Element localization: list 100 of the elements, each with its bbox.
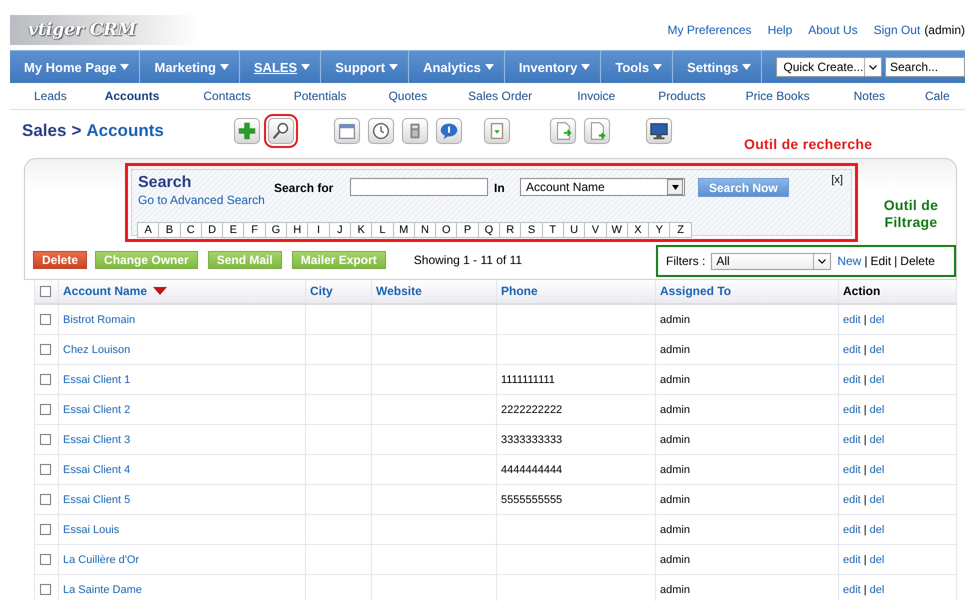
- module-tab[interactable]: Accounts: [104, 89, 160, 103]
- header-link[interactable]: Sign Out: [874, 23, 920, 37]
- row-action-link[interactable]: edit: [843, 374, 861, 386]
- column-header[interactable]: Action: [843, 284, 880, 298]
- row-action-link[interactable]: edit: [843, 494, 861, 506]
- clock-icon[interactable]: [368, 118, 394, 144]
- field-dropdown[interactable]: Account Name: [520, 178, 685, 196]
- row-action-link[interactable]: del: [870, 344, 884, 356]
- chevron-icon[interactable]: [869, 64, 877, 70]
- checkbox[interactable]: [40, 434, 51, 445]
- letter-filter[interactable]: G: [264, 222, 288, 238]
- nav-menu-item[interactable]: Analytics: [409, 51, 505, 83]
- account-link[interactable]: Chez Louison: [63, 344, 130, 356]
- letter-filter[interactable]: Y: [648, 222, 670, 238]
- advanced-search-link[interactable]: Go to Advanced Search: [138, 193, 265, 207]
- dropdown-arrow-icon[interactable]: [672, 184, 678, 190]
- letter-filter[interactable]: W: [606, 222, 628, 238]
- nav-menu-item[interactable]: Inventory: [504, 51, 602, 83]
- row-action-link[interactable]: del: [870, 374, 884, 386]
- letter-filter[interactable]: Q: [478, 222, 500, 238]
- row-action-link[interactable]: del: [870, 494, 884, 506]
- row-action-link[interactable]: edit: [843, 344, 861, 356]
- column-header[interactable]: Assigned To: [660, 284, 732, 298]
- letter-filter[interactable]: T: [542, 222, 564, 238]
- letter-filter[interactable]: R: [499, 222, 522, 238]
- row-action-link[interactable]: del: [870, 554, 884, 566]
- account-link[interactable]: La Sainte Dame: [63, 584, 142, 596]
- letter-filter[interactable]: A: [137, 222, 160, 238]
- import-icon[interactable]: [550, 118, 576, 144]
- row-action-link[interactable]: edit: [843, 404, 861, 416]
- letter-filter[interactable]: V: [584, 222, 607, 238]
- row-action-link[interactable]: edit: [843, 584, 861, 596]
- filter-link[interactable]: Delete: [900, 254, 935, 268]
- account-link[interactable]: Essai Client 5: [63, 494, 130, 506]
- nav-menu-item[interactable]: My Home Page: [10, 51, 140, 83]
- letter-filter[interactable]: J: [328, 222, 351, 238]
- checkbox[interactable]: [40, 374, 51, 385]
- row-action-link[interactable]: edit: [843, 554, 861, 566]
- chevron-icon[interactable]: [818, 258, 826, 264]
- module-tab[interactable]: Contacts: [203, 89, 251, 103]
- letter-filter[interactable]: S: [520, 222, 543, 238]
- module-tab[interactable]: Price Books: [746, 89, 810, 103]
- row-action-link[interactable]: edit: [843, 314, 861, 326]
- account-link[interactable]: Essai Louis: [63, 524, 120, 536]
- module-tab[interactable]: Products: [658, 89, 706, 103]
- header-link[interactable]: About Us: [808, 23, 858, 37]
- letter-filter[interactable]: F: [243, 222, 266, 238]
- letter-filter[interactable]: P: [456, 222, 479, 238]
- module-tab[interactable]: Potentials: [294, 89, 346, 103]
- letter-filter[interactable]: H: [286, 222, 308, 238]
- checkbox[interactable]: [40, 286, 51, 296]
- search-input-field[interactable]: [350, 178, 488, 196]
- module-tab[interactable]: Invoice: [577, 89, 616, 103]
- row-action-link[interactable]: del: [870, 434, 884, 446]
- checkbox[interactable]: [40, 584, 51, 595]
- account-link[interactable]: Essai Client 3: [63, 434, 130, 446]
- calendar-icon[interactable]: [334, 118, 360, 144]
- breadcrumb-parent[interactable]: Sales: [22, 121, 66, 141]
- chat-icon[interactable]: [436, 118, 462, 144]
- letter-filter[interactable]: Z: [669, 222, 692, 238]
- account-link[interactable]: Essai Client 4: [63, 464, 130, 476]
- letter-filter[interactable]: K: [350, 222, 372, 238]
- column-header[interactable]: Account Name: [63, 284, 148, 298]
- row-action-link[interactable]: edit: [843, 464, 861, 476]
- checkbox[interactable]: [40, 404, 51, 415]
- checkbox[interactable]: [40, 344, 51, 355]
- delete-button[interactable]: Delete: [33, 251, 88, 269]
- letter-filter[interactable]: D: [200, 222, 224, 238]
- letter-filter[interactable]: X: [626, 222, 650, 238]
- module-tab[interactable]: Notes: [854, 89, 885, 103]
- module-tab[interactable]: Cale: [924, 89, 950, 103]
- module-tab[interactable]: Leads: [34, 89, 67, 103]
- close-button[interactable]: [x]: [831, 174, 843, 186]
- letter-filter[interactable]: I: [307, 222, 330, 238]
- letter-filter[interactable]: N: [414, 222, 436, 238]
- add-icon[interactable]: [234, 118, 260, 144]
- filter-link[interactable]: New: [837, 254, 862, 268]
- nav-menu-item[interactable]: SALES: [240, 51, 322, 83]
- account-link[interactable]: Essai Client 2: [63, 404, 130, 416]
- search-field[interactable]: Search...: [885, 57, 965, 77]
- column-header[interactable]: City: [310, 284, 333, 298]
- letter-filter[interactable]: B: [158, 222, 181, 238]
- nav-menu-item[interactable]: Settings: [673, 51, 762, 83]
- header-link[interactable]: My Preferences: [668, 23, 752, 37]
- letter-filter[interactable]: O: [435, 222, 458, 238]
- row-action-link[interactable]: edit: [843, 434, 861, 446]
- filter-link[interactable]: Edit: [870, 254, 892, 268]
- account-link[interactable]: Essai Client 1: [63, 374, 130, 386]
- nav-menu-item[interactable]: Marketing: [140, 51, 240, 83]
- row-action-link[interactable]: del: [870, 314, 884, 326]
- letter-filter[interactable]: L: [371, 222, 394, 238]
- calculator-icon[interactable]: [402, 118, 428, 144]
- checkbox[interactable]: [40, 524, 51, 535]
- clipboard-icon[interactable]: [484, 118, 510, 144]
- column-header[interactable]: Website: [376, 284, 422, 298]
- header-link[interactable]: Help: [768, 23, 792, 37]
- checkbox[interactable]: [40, 494, 51, 505]
- account-link[interactable]: Bistrot Romain: [63, 314, 136, 326]
- row-action-link[interactable]: del: [870, 404, 884, 416]
- letter-filter[interactable]: M: [392, 222, 415, 238]
